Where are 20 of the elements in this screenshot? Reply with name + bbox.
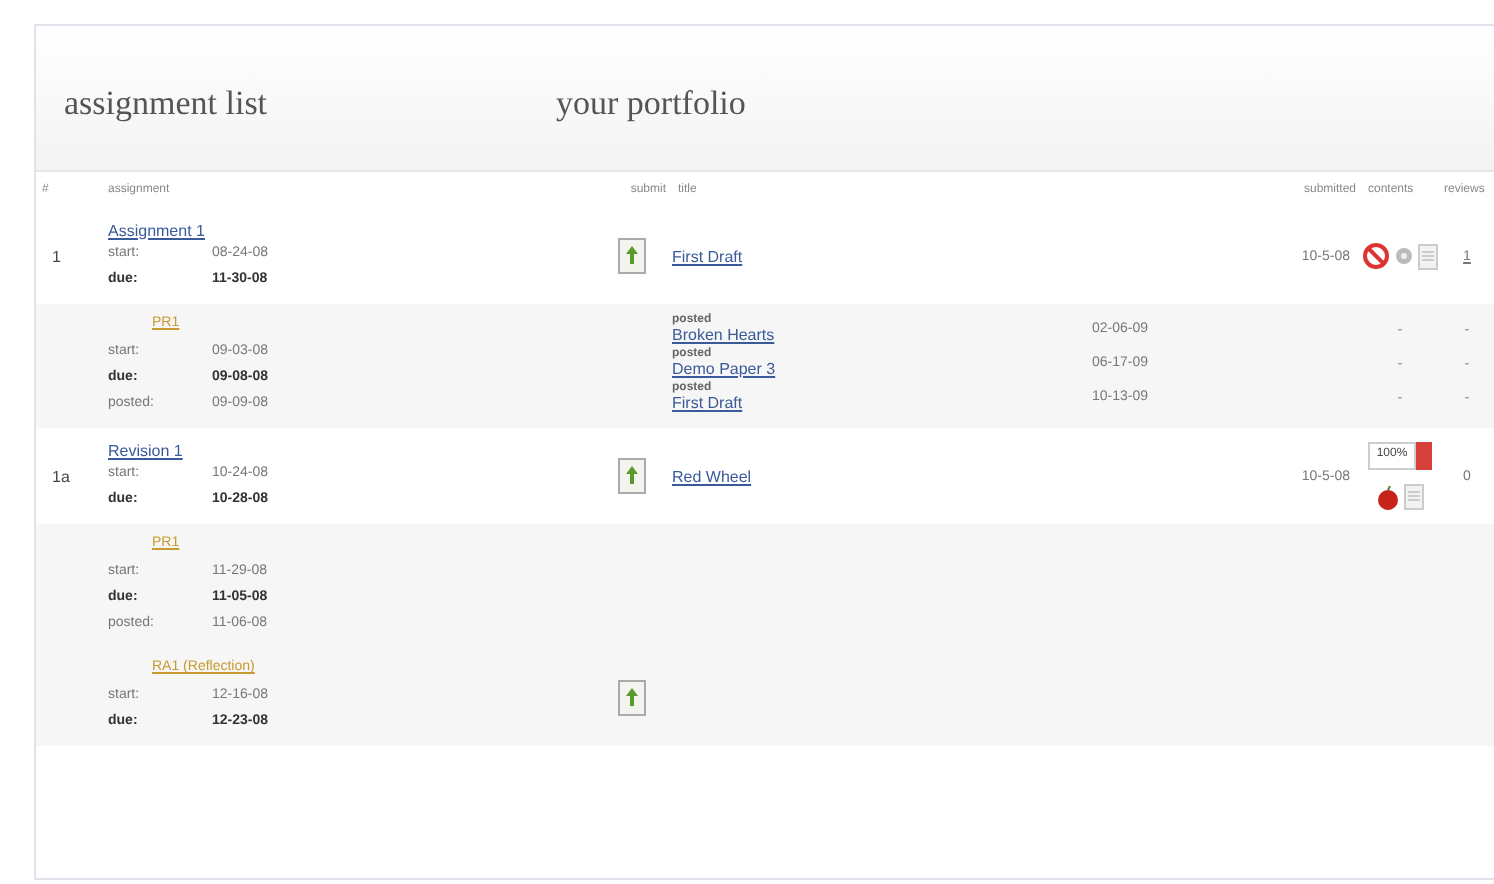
reviews-dash: - bbox=[1464, 320, 1470, 338]
posting-link[interactable]: Broken Hearts bbox=[672, 326, 1092, 344]
row-number: 1 bbox=[50, 247, 63, 265]
section-heading: assignment list bbox=[64, 84, 270, 124]
reviews-dash: - bbox=[1464, 388, 1470, 406]
posting-link[interactable]: First Draft bbox=[672, 394, 1092, 412]
submission-link[interactable]: First Draft bbox=[672, 247, 743, 265]
apple-icon[interactable] bbox=[1376, 485, 1400, 510]
contents-dash: - bbox=[1397, 320, 1403, 338]
document-icon[interactable] bbox=[1418, 243, 1438, 269]
no-entry-icon[interactable] bbox=[1362, 242, 1390, 270]
reviews-dash: - bbox=[1464, 354, 1470, 372]
submission-link[interactable]: Red Wheel bbox=[672, 467, 752, 485]
contents-dash: - bbox=[1397, 354, 1403, 372]
posting-link[interactable]: Demo Paper 3 bbox=[672, 360, 1092, 378]
assignment-link[interactable]: Revision 1 bbox=[108, 441, 586, 459]
contents-dash: - bbox=[1397, 388, 1403, 406]
row-number: 1a bbox=[50, 467, 72, 485]
assignment-link[interactable]: Assignment 1 bbox=[108, 221, 586, 239]
section-heading: your portfolio bbox=[556, 84, 748, 124]
